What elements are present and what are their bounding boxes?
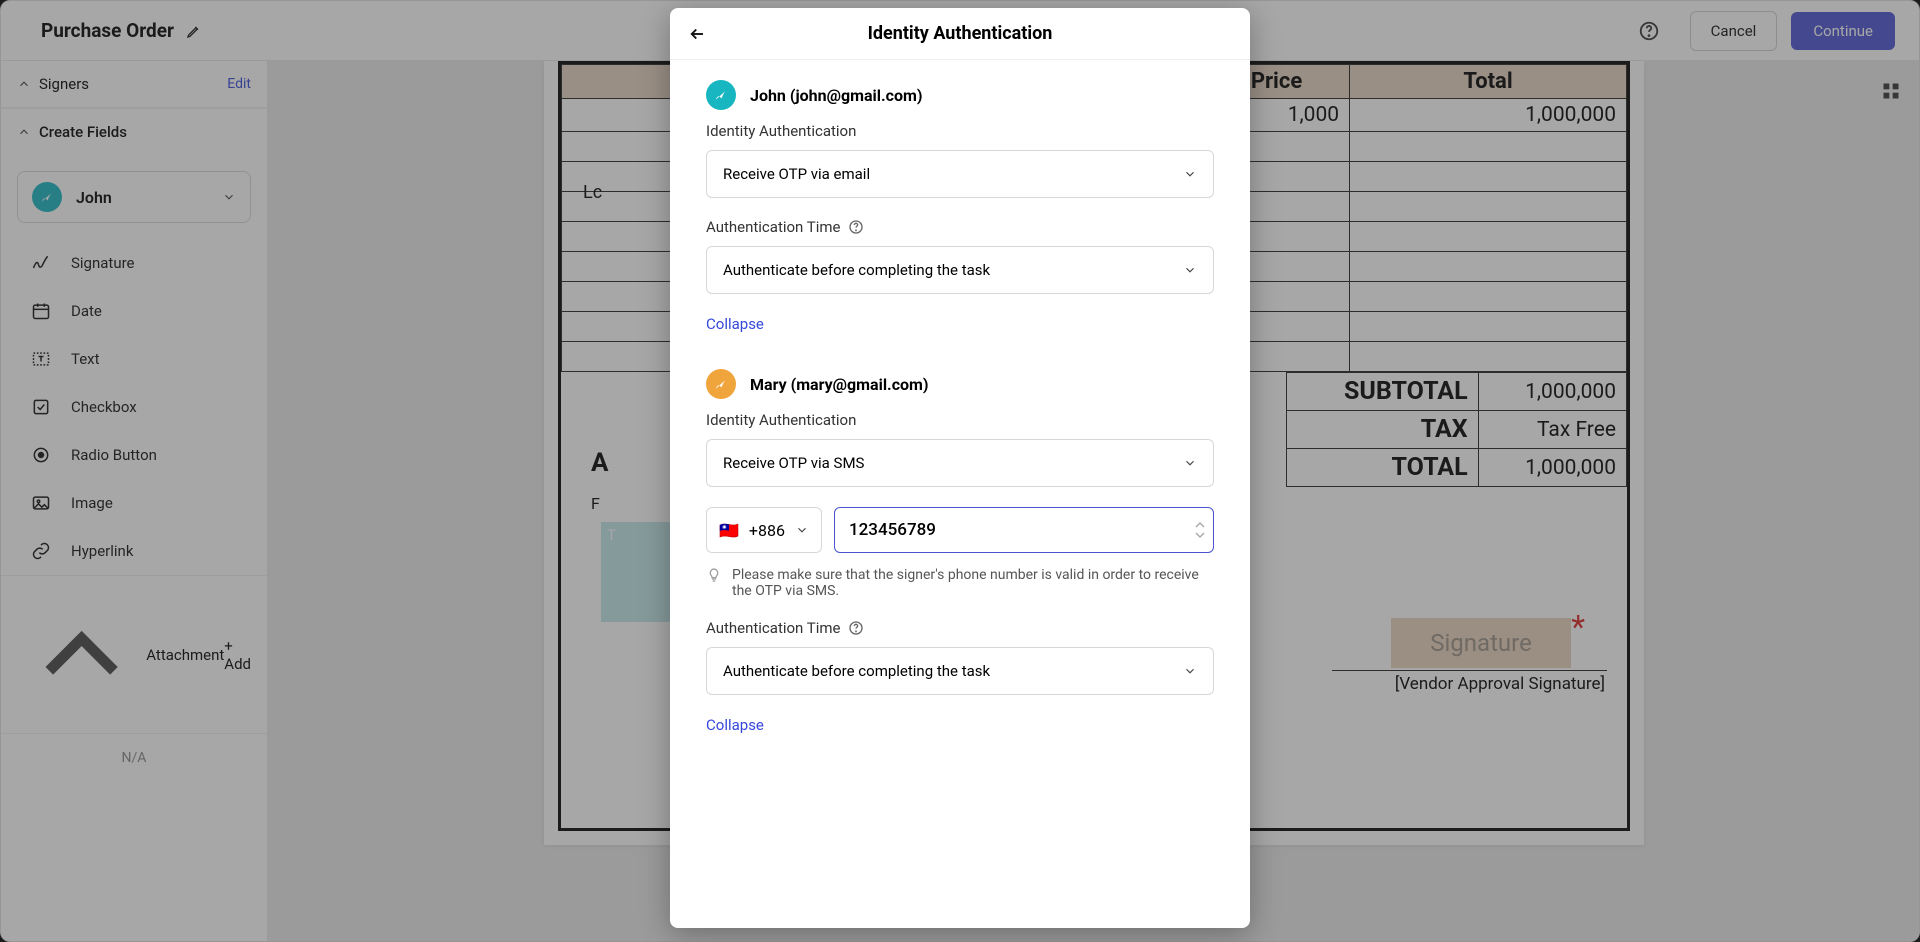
- auth-method-value: Receive OTP via SMS: [723, 454, 864, 472]
- auth-time-value: Authenticate before completing the task: [723, 261, 990, 279]
- phone-number-value: 123456789: [849, 520, 936, 540]
- phone-number-input[interactable]: 123456789: [834, 507, 1214, 553]
- back-icon[interactable]: [688, 25, 706, 43]
- auth-method-label: Identity Authentication: [706, 122, 1214, 140]
- chevron-down-icon: [795, 523, 809, 537]
- country-code-value: +886: [749, 521, 785, 540]
- chevron-down-icon: [1183, 263, 1197, 277]
- signer-header: Mary (mary@gmail.com): [706, 369, 1214, 399]
- chevron-up-icon: [1195, 521, 1205, 529]
- lightbulb-icon: [706, 567, 722, 599]
- auth-method-label: Identity Authentication: [706, 411, 1214, 429]
- dialog-header: Identity Authentication: [670, 8, 1250, 60]
- collapse-link[interactable]: Collapse: [706, 716, 764, 734]
- signer-avatar-icon: [706, 369, 736, 399]
- phone-row: 🇹🇼 +886 123456789: [706, 507, 1214, 553]
- help-icon[interactable]: [848, 219, 864, 235]
- collapse-link[interactable]: Collapse: [706, 315, 764, 333]
- auth-time-select[interactable]: Authenticate before completing the task: [706, 647, 1214, 695]
- identity-authentication-dialog: Identity Authentication John (john@gmail…: [670, 8, 1250, 928]
- sms-hint: Please make sure that the signer's phone…: [706, 567, 1214, 599]
- signer-header: John (john@gmail.com): [706, 80, 1214, 110]
- chevron-down-icon: [1195, 531, 1205, 539]
- auth-method-select[interactable]: Receive OTP via email: [706, 150, 1214, 198]
- flag-icon: 🇹🇼: [719, 521, 739, 540]
- signer-avatar-icon: [706, 80, 736, 110]
- auth-method-select[interactable]: Receive OTP via SMS: [706, 439, 1214, 487]
- help-icon[interactable]: [848, 620, 864, 636]
- auth-time-label: Authentication Time: [706, 619, 1214, 637]
- auth-method-value: Receive OTP via email: [723, 165, 870, 183]
- signer-name: Mary (mary@gmail.com): [750, 375, 929, 394]
- number-stepper[interactable]: [1195, 521, 1205, 539]
- chevron-down-icon: [1183, 456, 1197, 470]
- dialog-title: Identity Authentication: [670, 23, 1250, 44]
- signer-block-mary: Mary (mary@gmail.com) Identity Authentic…: [670, 349, 1250, 750]
- auth-time-value: Authenticate before completing the task: [723, 662, 990, 680]
- signer-name: John (john@gmail.com): [750, 86, 922, 105]
- chevron-down-icon: [1183, 167, 1197, 181]
- chevron-down-icon: [1183, 664, 1197, 678]
- hint-text: Please make sure that the signer's phone…: [732, 567, 1214, 599]
- country-code-select[interactable]: 🇹🇼 +886: [706, 507, 822, 553]
- auth-time-select[interactable]: Authenticate before completing the task: [706, 246, 1214, 294]
- signer-block-john: John (john@gmail.com) Identity Authentic…: [670, 60, 1250, 349]
- auth-time-label: Authentication Time: [706, 218, 1214, 236]
- modal-overlay: Identity Authentication John (john@gmail…: [0, 0, 1920, 942]
